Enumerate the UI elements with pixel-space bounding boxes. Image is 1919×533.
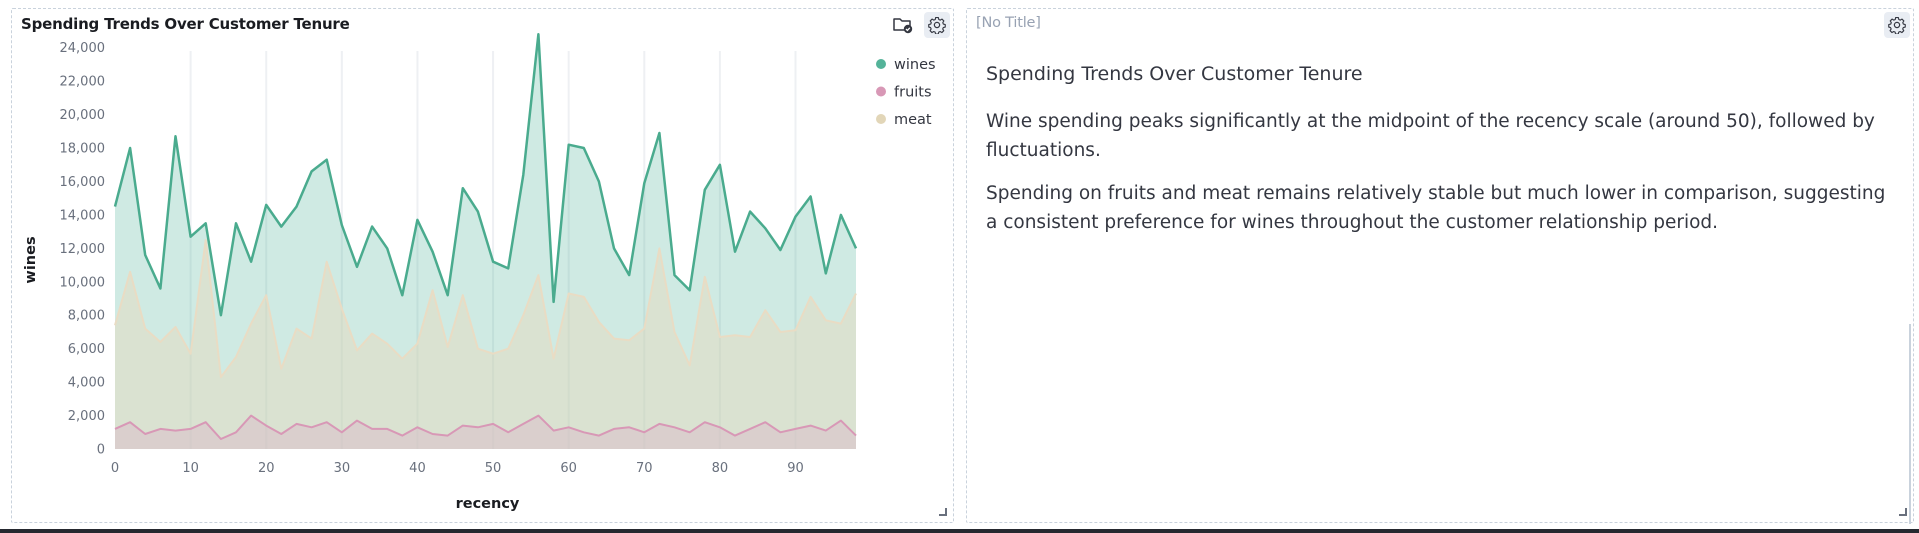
y-tick-label: 18,000 [60,142,106,157]
x-tick-label: 70 [636,461,653,476]
meat-legend-label: meat [894,112,932,128]
chart-panel: Spending Trends Over Customer Tenure 0 2,… [11,8,954,523]
fruits-legend-label: fruits [894,85,932,101]
x-tick-label: 80 [712,461,729,476]
resize-handle[interactable] [1899,508,1907,516]
y-tick-label: 4,000 [68,376,105,391]
y-tick-label: 6,000 [68,342,105,357]
y-tick-label: 14,000 [60,208,106,223]
area-chart: 0 2,000 4,000 6,000 8,000 10,000 12,000 14,000 1… [23,33,936,512]
gear-icon[interactable] [1884,12,1910,38]
y-tick-label: 2,000 [68,409,105,424]
y-tick-label: 22,000 [60,75,106,90]
markdown-heading: Spending Trends Over Customer Tenure [986,63,1363,85]
wines-legend-label: wines [894,57,936,73]
resize-handle[interactable] [939,508,947,516]
y-tick-label: 10,000 [60,275,106,290]
y-tick-label: 16,000 [60,175,106,190]
markdown-paragraph: Spending on fruits and meat remains rela… [986,183,1886,233]
markdown-paragraph: Wine spending peaks significantly at the… [986,111,1875,161]
scrollbar[interactable] [1909,324,1911,524]
x-tick-label: 60 [560,461,577,476]
x-tick-label: 20 [258,461,275,476]
markdown-content: Spending Trends Over Customer Tenure Win… [986,61,1893,251]
panel-title: [No Title] [976,15,1041,31]
markdown-panel: [No Title] Spending Trends Over Customer… [966,8,1914,524]
bottom-bar [0,529,1919,533]
x-tick-label: 30 [334,461,351,476]
wines-legend-marker [876,59,886,69]
y-tick-label: 0 [97,443,105,458]
meat-legend-marker [876,114,886,124]
x-tick-label: 90 [787,461,804,476]
fruits-legend-marker [876,86,886,97]
y-tick-label: 24,000 [60,41,106,56]
y-tick-label: 20,000 [60,108,106,123]
x-tick-label: 10 [182,461,199,476]
y-axis-label: wines [23,236,39,283]
x-tick-label: 0 [111,461,119,476]
y-tick-label: 12,000 [60,242,106,257]
x-tick-label: 50 [485,461,502,476]
y-tick-label: 8,000 [68,309,105,324]
x-axis-label: recency [456,496,520,512]
x-tick-label: 40 [409,461,426,476]
